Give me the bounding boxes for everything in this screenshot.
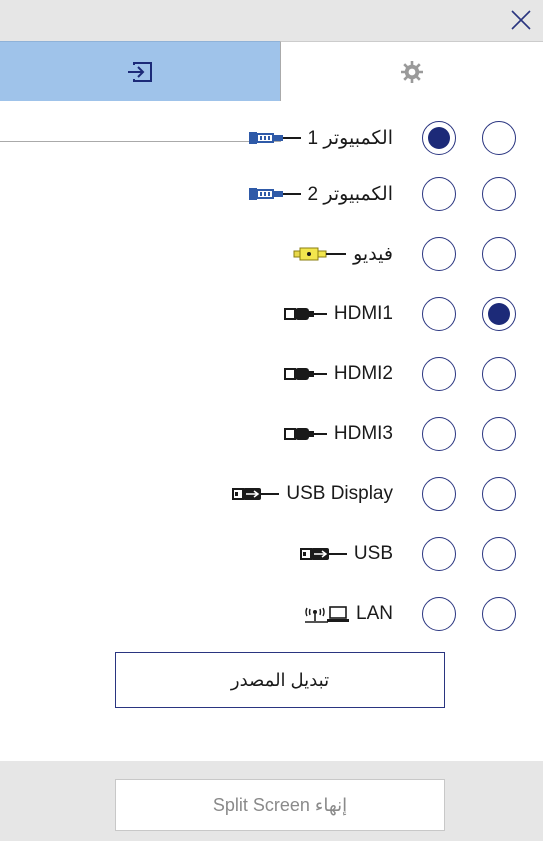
- source-usb-display-col2-radio[interactable]: [482, 477, 516, 511]
- source-label: USB Display: [286, 483, 393, 504]
- close-icon: [511, 10, 531, 30]
- hdmi-connector-icon: [283, 365, 328, 383]
- source-computer2-col1-radio[interactable]: [422, 177, 456, 211]
- wireless-lan-icon: [304, 603, 350, 625]
- input-source-icon: [128, 61, 152, 82]
- source-row-hdmi1: HDMI1: [0, 284, 543, 344]
- gear-icon: [401, 60, 423, 83]
- source-label: HDMI2: [333, 363, 393, 384]
- source-label: الكمبيوتر 1: [307, 127, 393, 149]
- source-computer2-col2-radio[interactable]: [482, 177, 516, 211]
- source-label: LAN: [356, 603, 393, 624]
- tab-input-source[interactable]: [0, 41, 280, 101]
- source-lan-col1-radio[interactable]: [422, 597, 456, 631]
- vga-connector-icon: [248, 129, 302, 147]
- source-computer1-col1-radio[interactable]: [422, 121, 456, 155]
- source-hdmi2-col2-radio[interactable]: [482, 357, 516, 391]
- source-computer1-col2-radio[interactable]: [482, 121, 516, 155]
- source-hdmi3-col1-radio[interactable]: [422, 417, 456, 451]
- source-row-hdmi3: HDMI3: [0, 404, 543, 464]
- end-split-screen-label: إنهاء Split Screen: [212, 794, 348, 815]
- source-label: HDMI3: [333, 423, 393, 444]
- tab-settings[interactable]: [280, 41, 543, 101]
- hdmi-connector-icon: [283, 305, 328, 323]
- source-row-computer1: الكمبيوتر 1: [0, 108, 543, 168]
- source-hdmi1-col2-radio[interactable]: [482, 297, 516, 331]
- source-hdmi3-col2-radio[interactable]: [482, 417, 516, 451]
- close-button[interactable]: [505, 4, 537, 36]
- usb-connector-icon: [232, 485, 280, 503]
- source-video-col2-radio[interactable]: [482, 237, 516, 271]
- source-row-lan: LAN: [0, 584, 543, 644]
- source-label: HDMI1: [333, 303, 393, 324]
- source-hdmi2-col1-radio[interactable]: [422, 357, 456, 391]
- tab-bar: [0, 41, 543, 142]
- source-row-computer2: الكمبيوتر 2: [0, 164, 543, 224]
- source-usb-display-col1-radio[interactable]: [422, 477, 456, 511]
- switch-source-button[interactable]: تبديل المصدر: [115, 652, 445, 708]
- usb-connector-icon: [299, 545, 348, 563]
- end-split-screen-button[interactable]: إنهاء Split Screen: [115, 779, 445, 831]
- source-lan-col2-radio[interactable]: [482, 597, 516, 631]
- source-video-col1-radio[interactable]: [422, 237, 456, 271]
- source-label: USB: [353, 543, 393, 564]
- source-label: فيديو: [353, 243, 393, 265]
- source-label: الكمبيوتر 2: [307, 183, 393, 205]
- source-usb-col2-radio[interactable]: [482, 537, 516, 571]
- hdmi-connector-icon: [283, 425, 328, 443]
- source-row-usb: USB: [0, 524, 543, 584]
- source-row-hdmi2: HDMI2: [0, 344, 543, 404]
- source-row-usb-display: USB Display: [0, 464, 543, 524]
- composite-video-connector-icon: [293, 245, 347, 263]
- vga-connector-icon: [248, 185, 302, 203]
- title-bar: [0, 0, 543, 41]
- source-row-video: فيديو: [0, 224, 543, 284]
- source-usb-col1-radio[interactable]: [422, 537, 456, 571]
- switch-source-label: تبديل المصدر: [230, 669, 330, 690]
- source-hdmi1-col1-radio[interactable]: [422, 297, 456, 331]
